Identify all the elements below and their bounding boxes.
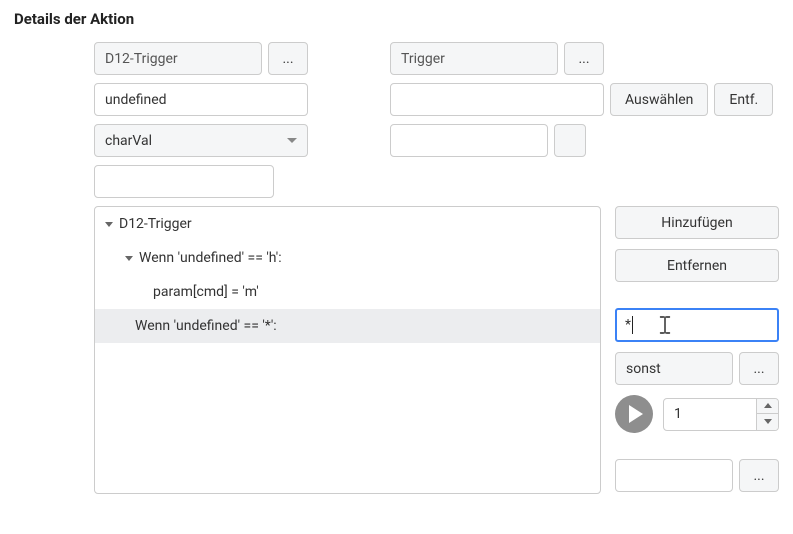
page-title: Details der Aktion	[14, 10, 779, 28]
row-value: undefined Auswählen Entf.	[94, 83, 779, 116]
form-area: D12-Trigger ... Trigger ... undefined Au…	[94, 42, 779, 494]
text-cursor	[632, 316, 633, 334]
play-row: 1	[615, 395, 779, 433]
spinner-down-button[interactable]	[757, 414, 778, 430]
else-more-button[interactable]: ...	[739, 352, 779, 385]
else-select[interactable]: sonst	[615, 352, 733, 385]
right-value-field[interactable]	[390, 83, 604, 116]
tree-cond2-label: Wenn 'undefined' == '*':	[135, 318, 277, 334]
bottom-field[interactable]	[615, 459, 733, 492]
play-button[interactable]	[615, 395, 653, 433]
side-panel: Hinzufügen Entfernen * sonst ...	[615, 206, 779, 494]
extra-field[interactable]	[94, 165, 274, 198]
bottom-row: ...	[615, 459, 779, 492]
right-type-more-button[interactable]	[554, 124, 586, 157]
disclosure-icon	[125, 256, 133, 261]
play-icon	[629, 405, 643, 423]
add-button[interactable]: Hinzufügen	[615, 206, 779, 239]
left-trigger-more-button[interactable]: ...	[268, 42, 308, 75]
right-type-field[interactable]	[390, 124, 548, 157]
left-trigger-field[interactable]: D12-Trigger	[94, 42, 262, 75]
tree-root-label: D12-Trigger	[119, 216, 192, 232]
count-value[interactable]: 1	[664, 399, 756, 430]
tree-cond1-label: Wenn 'undefined' == 'h':	[139, 250, 282, 266]
else-select-value: sonst	[626, 361, 661, 377]
chevron-down-icon	[764, 419, 772, 424]
row-type: charVal	[94, 124, 779, 157]
row-extra	[94, 165, 779, 198]
left-value-field[interactable]: undefined	[94, 83, 308, 116]
bottom-more-button[interactable]: ...	[739, 459, 779, 492]
tree-root[interactable]: D12-Trigger	[95, 207, 600, 241]
spinner-up-button[interactable]	[757, 399, 778, 415]
remove-button[interactable]: Entfernen	[615, 249, 779, 282]
right-trigger-field[interactable]: Trigger	[390, 42, 558, 75]
count-spinner[interactable]: 1	[663, 398, 779, 431]
tree-panel[interactable]: D12-Trigger Wenn 'undefined' == 'h': par…	[94, 206, 601, 494]
lower-area: D12-Trigger Wenn 'undefined' == 'h': par…	[94, 206, 779, 494]
disclosure-icon	[105, 222, 113, 227]
ibeam-cursor-icon	[660, 316, 671, 334]
condition-value-text: *	[625, 317, 631, 333]
tree-cond2[interactable]: Wenn 'undefined' == '*':	[95, 309, 600, 343]
tree-cond1[interactable]: Wenn 'undefined' == 'h':	[95, 241, 600, 275]
type-select[interactable]: charVal	[94, 124, 308, 157]
row-trigger: D12-Trigger ... Trigger ...	[94, 42, 779, 75]
tree-assign[interactable]: param[cmd] = 'm'	[95, 275, 600, 309]
condition-value-input[interactable]: *	[615, 308, 779, 342]
select-button[interactable]: Auswählen	[610, 83, 708, 116]
right-trigger-more-button[interactable]: ...	[564, 42, 604, 75]
type-select-value: charVal	[105, 133, 152, 149]
tree-assign-label: param[cmd] = 'm'	[153, 284, 259, 300]
remove-short-button[interactable]: Entf.	[714, 83, 773, 116]
chevron-down-icon	[287, 138, 297, 143]
else-row: sonst ...	[615, 352, 779, 385]
chevron-up-icon	[764, 403, 772, 408]
